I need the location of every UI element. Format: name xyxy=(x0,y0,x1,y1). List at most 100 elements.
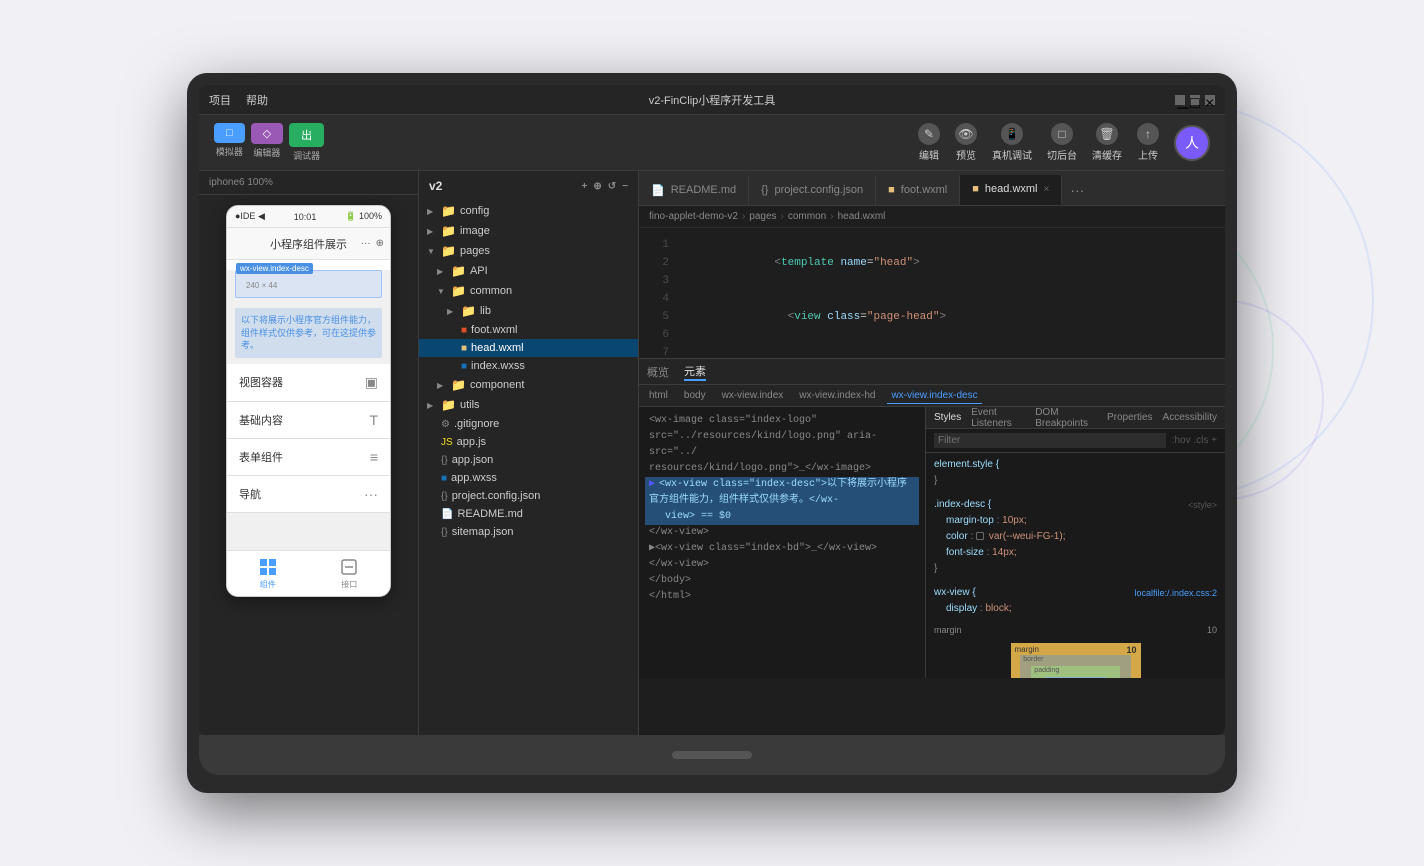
code-content[interactable]: <template name="head"> <view class="page… xyxy=(674,228,1225,358)
menu-project[interactable]: 项目 xyxy=(209,92,231,108)
new-file-icon[interactable]: + xyxy=(582,181,588,192)
el-tab-wx-view-index-hd[interactable]: wx-view.index-hd xyxy=(795,388,879,403)
tree-item-app-wxss-label: app.wxss xyxy=(451,472,497,484)
file-icon-gitignore: ⚙ xyxy=(441,419,450,430)
tab-close-head-wxml[interactable]: × xyxy=(1044,184,1050,195)
menu-help[interactable]: 帮助 xyxy=(246,92,268,108)
tab-foot-wxml-icon: ■ xyxy=(888,184,895,196)
tree-item-component[interactable]: ▶ 📁 component xyxy=(419,375,638,395)
bm-padding-label: padding xyxy=(1034,667,1059,674)
action-device-debug[interactable]: 📱 真机调试 xyxy=(992,123,1032,162)
bottom-panel-tabs: 概览 元素 xyxy=(639,359,1225,385)
arrow-common: ▼ xyxy=(437,287,447,296)
tree-item-app-json[interactable]: {} app.json xyxy=(419,451,638,469)
code-editor: 1 2 3 4 5 6 7 8 <template name="head"> xyxy=(639,228,1225,358)
filter-input[interactable] xyxy=(934,433,1166,448)
folder-icon-config: 📁 xyxy=(441,204,456,218)
nav-item-3[interactable]: 导航 ··· xyxy=(227,476,390,513)
tree-item-app-js[interactable]: JS app.js xyxy=(419,433,638,451)
html-line-0: <wx-image class="index-logo" src="../res… xyxy=(645,413,919,461)
tree-item-index-wxss[interactable]: ■ index.wxss xyxy=(419,357,638,375)
nav-item-label-1: 基础内容 xyxy=(239,412,283,428)
el-tab-html[interactable]: html xyxy=(645,388,672,403)
tree-item-common[interactable]: ▼ 📁 common xyxy=(419,281,638,301)
tree-item-utils-label: utils xyxy=(460,399,480,411)
bottom-tab-elements[interactable]: 元素 xyxy=(684,363,706,381)
tree-item-readme[interactable]: 📄 README.md xyxy=(419,505,638,523)
tab-readme[interactable]: 📄 README.md xyxy=(639,175,749,205)
rule-val-margin-top: 10px; xyxy=(1002,515,1026,526)
bottom-nav-api[interactable]: 接口 xyxy=(309,551,391,596)
action-background[interactable]: □ 切后台 xyxy=(1047,123,1077,162)
styles-tab-accessibility[interactable]: Accessibility xyxy=(1163,412,1217,423)
box-model-content: 240 × 44 xyxy=(1045,677,1107,678)
tree-item-pages[interactable]: ▼ 📁 pages xyxy=(419,241,638,261)
nav-item-1[interactable]: 基础内容 T xyxy=(227,402,390,439)
arrow-lib: ▶ xyxy=(447,307,457,316)
file-tree-header-icons: + ⊕ ↺ − xyxy=(582,181,628,192)
device-info: iphone6 100% xyxy=(199,171,418,195)
tab-more-btn[interactable]: ··· xyxy=(1062,175,1092,205)
user-avatar[interactable]: 人 xyxy=(1174,125,1210,161)
breadcrumb-bar: fino-applet-demo-v2 › pages › common › h… xyxy=(639,206,1225,228)
html-line-2-selected[interactable]: ▶<wx-view class="index-desc">以下将展示小程序官方组… xyxy=(645,477,919,509)
tree-item-utils[interactable]: ▶ 📁 utils xyxy=(419,395,638,415)
styles-tab-dom-breakpoints[interactable]: DOM Breakpoints xyxy=(1035,407,1097,429)
tab-head-wxml-icon: ■ xyxy=(972,183,979,195)
el-tab-body[interactable]: body xyxy=(680,388,710,403)
simulator-icon: □ xyxy=(226,127,233,139)
nav-item-2[interactable]: 表单组件 ≡ xyxy=(227,439,390,476)
editor-btn[interactable]: ◇ xyxy=(251,123,283,144)
el-tab-wx-view-index[interactable]: wx-view.index xyxy=(718,388,788,403)
file-icon-index-wxss: ■ xyxy=(461,361,467,372)
tree-item-project-config[interactable]: {} project.config.json xyxy=(419,487,638,505)
html-preview[interactable]: <wx-image class="index-logo" src="../res… xyxy=(639,407,925,678)
action-upload[interactable]: ↑ 上传 xyxy=(1137,123,1159,162)
rule-prop-color: color xyxy=(946,531,968,542)
refresh-icon[interactable]: ↺ xyxy=(608,181,616,192)
tree-item-api[interactable]: ▶ 📁 API xyxy=(419,261,638,281)
tree-item-gitignore[interactable]: ⚙ .gitignore xyxy=(419,415,638,433)
background-icon: □ xyxy=(1051,123,1073,145)
phone-title-actions: ··· ⊕ xyxy=(361,238,384,249)
tab-head-wxml[interactable]: ■ head.wxml × xyxy=(960,175,1062,205)
simulator-btn[interactable]: □ xyxy=(214,123,245,143)
maximize-btn[interactable]: □ xyxy=(1190,95,1200,105)
styles-tab-styles[interactable]: Styles xyxy=(934,412,961,423)
tree-item-lib[interactable]: ▶ 📁 lib xyxy=(419,301,638,321)
ide-main: iphone6 100% ●IDE ◀ 10:01 🔋 100% 小程序组件展示 xyxy=(199,171,1225,735)
phone-share-icon[interactable]: ⊕ xyxy=(376,238,384,249)
minimize-btn[interactable]: － xyxy=(1175,95,1185,105)
tree-item-gitignore-label: .gitignore xyxy=(454,418,499,430)
collapse-icon[interactable]: − xyxy=(622,181,628,192)
nav-item-icon-3: ··· xyxy=(364,486,378,502)
action-edit[interactable]: ✎ 编辑 xyxy=(918,123,940,162)
phone-more-icon[interactable]: ··· xyxy=(361,238,371,249)
tab-project-config[interactable]: {} project.config.json xyxy=(749,175,876,205)
action-clear-cache[interactable]: 🗑 清缓存 xyxy=(1092,123,1122,162)
close-btn[interactable]: × xyxy=(1205,95,1215,105)
debug-btn[interactable]: 出 xyxy=(289,123,324,147)
tree-item-head-wxml[interactable]: ■ head.wxml xyxy=(419,339,638,357)
styles-tab-properties[interactable]: Properties xyxy=(1107,412,1153,423)
tree-item-config[interactable]: ▶ 📁 config xyxy=(419,201,638,221)
arrow-config: ▶ xyxy=(427,207,437,216)
components-nav-icon xyxy=(258,557,278,577)
nav-item-0[interactable]: 视图容器 ▣ xyxy=(227,364,390,402)
device-debug-icon: 📱 xyxy=(1001,123,1023,145)
bm-margin-label: margin xyxy=(1015,645,1039,654)
tree-item-app-wxss[interactable]: ■ app.wxss xyxy=(419,469,638,487)
styles-rule-wx-view: wx-view { localfile:/.index.css:2 displa… xyxy=(926,581,1225,621)
new-folder-icon[interactable]: ⊕ xyxy=(593,181,601,192)
ide-menu: 项目 帮助 xyxy=(209,92,268,108)
styles-tab-event-listeners[interactable]: Event Listeners xyxy=(971,407,1025,429)
tab-foot-wxml[interactable]: ■ foot.wxml xyxy=(876,175,960,205)
styles-panel: Styles Event Listeners DOM Breakpoints P… xyxy=(925,407,1225,678)
bottom-tab-overview[interactable]: 概览 xyxy=(647,364,669,380)
tree-item-foot-wxml[interactable]: ■ foot.wxml xyxy=(419,321,638,339)
action-preview[interactable]: 👁 预览 xyxy=(955,123,977,162)
el-tab-wx-view-index-desc[interactable]: wx-view.index-desc xyxy=(887,388,981,404)
tree-item-image[interactable]: ▶ 📁 image xyxy=(419,221,638,241)
bottom-nav-components[interactable]: 组件 xyxy=(227,551,309,596)
tree-item-sitemap[interactable]: {} sitemap.json xyxy=(419,523,638,541)
